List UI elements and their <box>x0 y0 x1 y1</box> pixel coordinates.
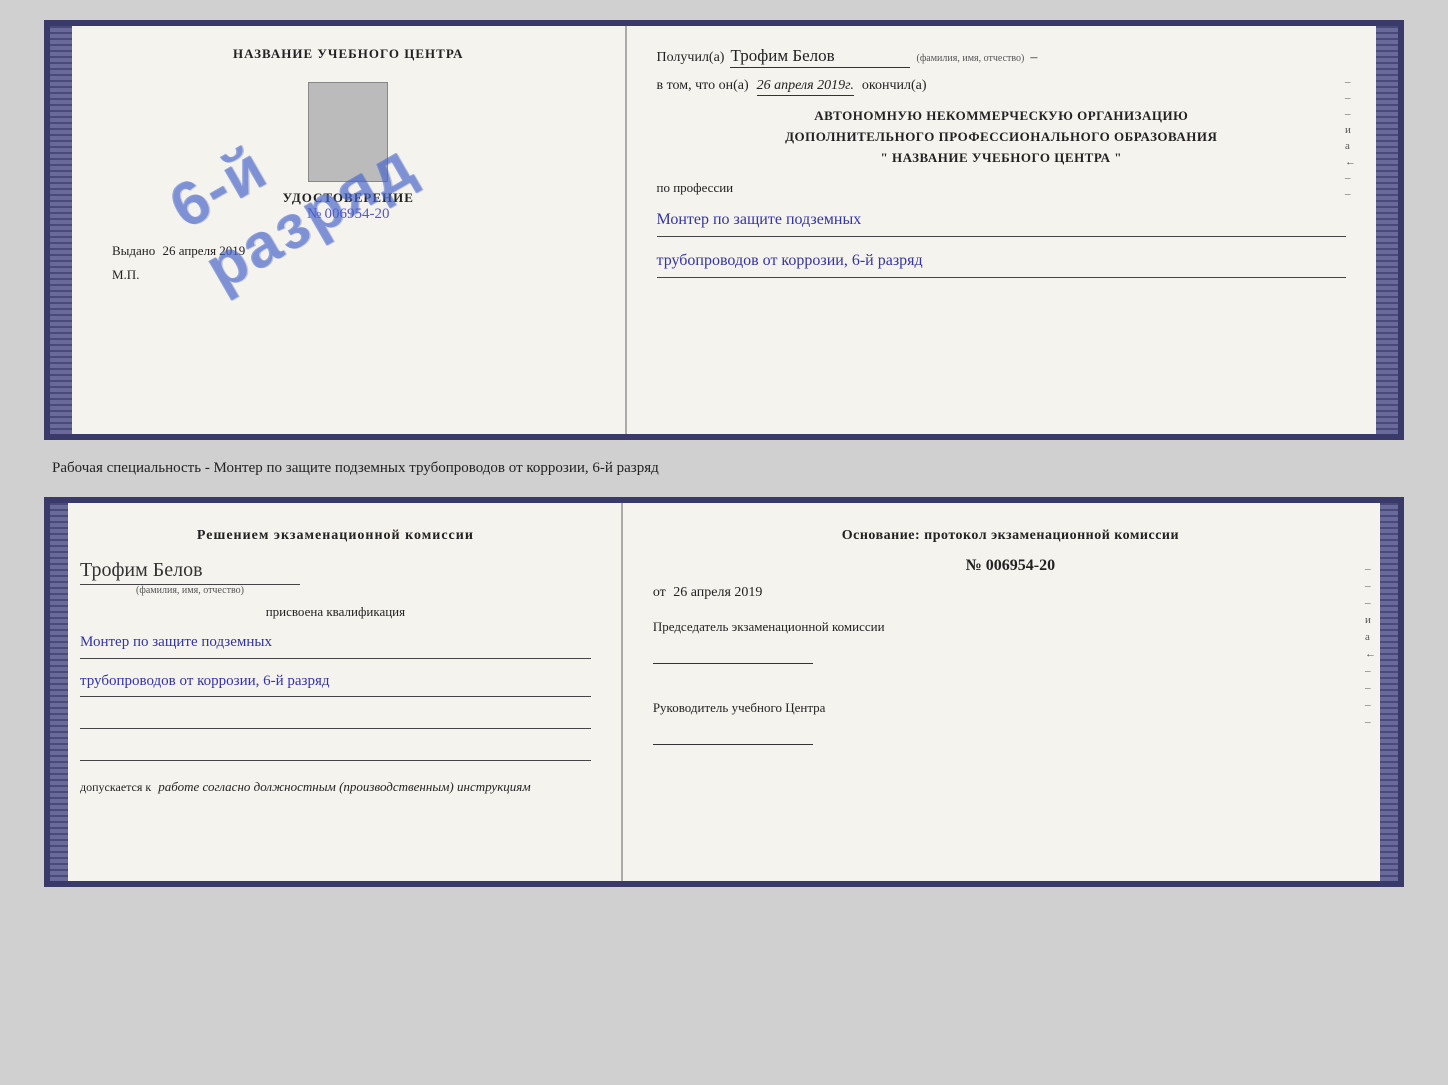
v-tom-label: в том, что он(а) <box>657 78 749 94</box>
org-block: АВТОНОМНУЮ НЕКОММЕРЧЕСКУЮ ОРГАНИЗАЦИЮ ДО… <box>657 106 1347 168</box>
vydano-row: Выдано 26 апреля 2019 <box>102 243 245 259</box>
prisvoena-label: присвоена квалификация <box>80 604 591 620</box>
fio-hint-bottom: (фамилия, имя, отчество) <box>80 585 300 596</box>
sig-area: Председатель экзаменационной комиссии <box>653 611 1368 664</box>
binding-right <box>1376 26 1398 434</box>
dash1: – <box>1030 50 1037 66</box>
blank-line-2 <box>80 741 591 761</box>
udostoverenie-number: № 006954-20 <box>307 206 390 223</box>
okonchil-label: окончил(а) <box>862 78 927 94</box>
cert-top-left-panel: НАЗВАНИЕ УЧЕБНОГО ЦЕНТРА 6-й разряд УДОС… <box>72 26 627 434</box>
recipient-name: Трофим Белов <box>730 46 910 68</box>
binding-bottom-right <box>1380 503 1398 881</box>
profession-line2-top: трубопроводов от коррозии, 6-й разряд <box>657 247 1347 278</box>
specialty-label: Рабочая специальность - Монтер по защите… <box>52 460 659 476</box>
predsedatel-sig-line <box>653 646 813 664</box>
cert-top-right-panel: Получил(а) Трофим Белов (фамилия, имя, о… <box>627 26 1377 434</box>
protocol-num: № 006954-20 <box>653 557 1368 575</box>
vertical-chars-bottom-right: – – – и а ← – – – – <box>1365 563 1376 728</box>
rukovoditel-sig-line <box>653 727 813 745</box>
cert-bottom-left-panel: Решением экзаменационной комиссии Трофим… <box>50 503 623 881</box>
poluchil-label: Получил(а) <box>657 50 725 66</box>
org-line3: " НАЗВАНИЕ УЧЕБНОГО ЦЕНТРА " <box>657 148 1347 169</box>
num-value: 006954-20 <box>325 206 390 222</box>
name-block-bottom: Трофим Белов (фамилия, имя, отчество) <box>80 555 591 596</box>
ot-row: от 26 апреля 2019 <box>653 585 1368 601</box>
profession-line1-top: Монтер по защите подземных <box>657 206 1347 237</box>
bottom-certificate: Решением экзаменационной комиссии Трофим… <box>44 497 1404 887</box>
vydano-label: Выдано <box>112 243 155 258</box>
dopuskaetsya-label: допускается к <box>80 780 151 794</box>
vydano-date: 26 апреля 2019 <box>163 243 246 258</box>
protocol-number: 006954-20 <box>986 557 1055 574</box>
middle-specialty-text: Рабочая специальность - Монтер по защите… <box>44 458 1404 479</box>
photo-placeholder <box>308 82 388 182</box>
num-prefix: № <box>307 206 321 222</box>
bottom-profession-line2: трубопроводов от коррозии, 6-й разряд <box>80 667 591 698</box>
org-line1: АВТОНОМНУЮ НЕКОММЕРЧЕСКУЮ ОРГАНИЗАЦИЮ <box>657 106 1347 127</box>
protocol-prefix: № <box>966 557 982 574</box>
rukovoditel-block: Руководитель учебного Центра <box>653 686 1368 745</box>
top-certificate: НАЗВАНИЕ УЧЕБНОГО ЦЕНТРА 6-й разряд УДОС… <box>44 20 1404 440</box>
osnovanie-title: Основание: протокол экзаменационной коми… <box>653 525 1368 547</box>
date-value: 26 апреля 2019г. <box>757 78 854 96</box>
dopuskaetsya-value: работе согласно должностным (производств… <box>158 779 530 794</box>
binding-left <box>50 26 72 434</box>
mp-row: М.П. <box>102 267 139 283</box>
rukovoditel-label: Руководитель учебного Центра <box>653 698 1368 719</box>
ot-prefix: от <box>653 585 666 600</box>
fio-hint-top: (фамилия, имя, отчество) <box>916 53 1024 64</box>
po-professii-label: по профессии <box>657 180 1347 196</box>
ot-date: 26 апреля 2019 <box>673 585 762 600</box>
udostoverenie-title: УДОСТОВЕРЕНИЕ <box>283 190 414 206</box>
org-line2: ДОПОЛНИТЕЛЬНОГО ПРОФЕССИОНАЛЬНОГО ОБРАЗО… <box>657 127 1347 148</box>
poluchil-row: Получил(а) Трофим Белов (фамилия, имя, о… <box>657 46 1347 68</box>
dopuskaetsya-row: допускается к работе согласно должностны… <box>80 779 591 795</box>
predsedatel-label: Председатель экзаменационной комиссии <box>653 617 1368 638</box>
cert-bottom-right-panel: Основание: протокол экзаменационной коми… <box>623 503 1398 881</box>
bottom-profession-line1: Монтер по защите подземных <box>80 628 591 659</box>
resheniem-title: Решением экзаменационной комиссии <box>80 525 591 547</box>
cert-left-box: УДОСТОВЕРЕНИЕ № 006954-20 <box>102 82 595 223</box>
blank-line-1 <box>80 709 591 729</box>
date-row: в том, что он(а) 26 апреля 2019г. окончи… <box>657 78 1347 96</box>
bottom-recipient-name: Трофим Белов <box>80 559 300 585</box>
school-name-top: НАЗВАНИЕ УЧЕБНОГО ЦЕНТРА <box>233 46 464 62</box>
predsedatel-block: Председатель экзаменационной комиссии <box>653 611 1368 664</box>
vertical-chars-right: – – – и а ← – – <box>1345 76 1356 200</box>
